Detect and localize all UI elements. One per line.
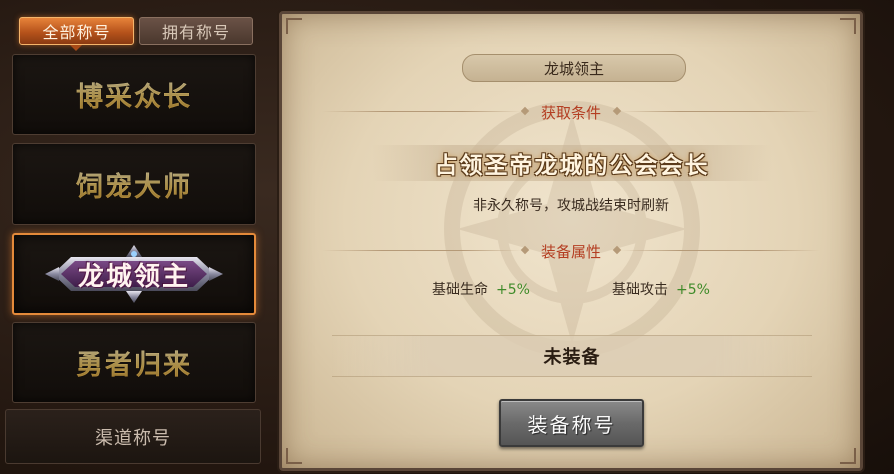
active-tab-pointer	[70, 45, 82, 51]
divider	[620, 111, 820, 112]
acquire-section-label: 获取条件	[540, 103, 601, 122]
tab-owned-titles[interactable]: 拥有称号	[139, 17, 253, 45]
attribute-value: +5%	[496, 282, 530, 298]
divider	[322, 250, 522, 251]
equip-title-button[interactable]: 装备称号	[499, 399, 644, 447]
title-list-item-label: 龙城领主	[77, 261, 190, 292]
condition-band: 占领圣帝龙城的公会会长	[372, 145, 772, 181]
acquire-condition: 占领圣帝龙城的公会会长	[434, 153, 710, 179]
title-list-item-label: 博采众长	[76, 75, 192, 114]
title-list-item-selected[interactable]: 龙城领主	[12, 233, 256, 315]
attribute-name: 基础攻击	[612, 282, 668, 298]
panel-corner	[840, 18, 856, 34]
title-list-item[interactable]: 勇者归来	[12, 322, 256, 403]
emblem-watermark-icon	[444, 101, 700, 357]
attribute-hp: 基础生命 +5%	[432, 279, 530, 299]
title-badge: 龙城领主	[45, 245, 223, 303]
title-list-item[interactable]: 饲宠大师	[12, 143, 256, 225]
attribute-section-label: 装备属性	[540, 242, 601, 261]
attribute-attack: 基础攻击 +5%	[612, 279, 710, 299]
tab-all-titles[interactable]: 全部称号	[19, 17, 134, 45]
panel-corner	[286, 18, 302, 34]
acquire-section-header: 获取条件	[282, 102, 860, 122]
condition-note: 非永久称号，攻城战结束时刷新	[473, 198, 669, 214]
title-list-item-label: 饲宠大师	[76, 165, 192, 204]
channel-titles-button[interactable]: 渠道称号	[5, 409, 261, 464]
title-list-item-label: 勇者归来	[76, 343, 192, 382]
title-detail-panel: 龙城领主 获取条件 占领圣帝龙城的公会会长 非永久称号，攻城战结束时刷新 装备属…	[279, 11, 863, 471]
attribute-section-header: 装备属性	[282, 241, 860, 261]
equip-status: 未装备	[332, 335, 812, 377]
divider	[322, 111, 522, 112]
divider-ornament	[520, 245, 530, 255]
attribute-value: +5%	[676, 282, 710, 298]
attribute-name: 基础生命	[432, 282, 488, 298]
divider-ornament	[520, 106, 530, 116]
divider	[620, 250, 820, 251]
panel-corner	[840, 448, 856, 464]
title-list-item[interactable]: 博采众长	[12, 54, 256, 135]
panel-corner	[286, 448, 302, 464]
title-name-banner: 龙城领主	[462, 54, 686, 82]
